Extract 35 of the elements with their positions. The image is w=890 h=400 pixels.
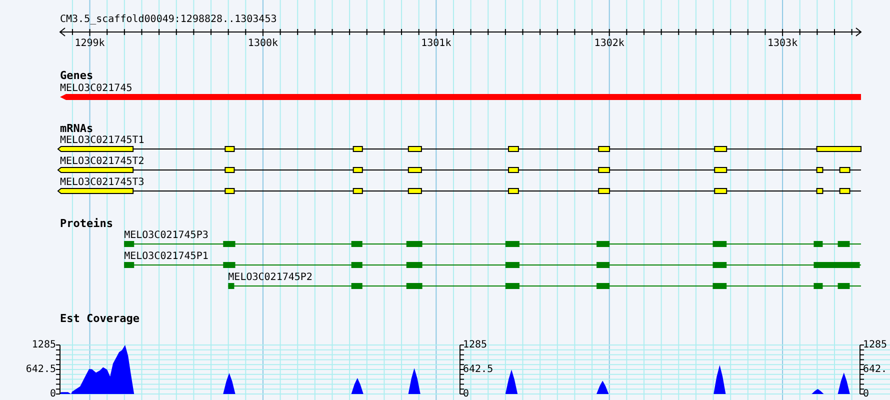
transcript-drawing[interactable] (57, 167, 862, 173)
axis-label: 0 (50, 388, 56, 400)
axis-label: 0 (863, 388, 870, 400)
ruler-tick-label: 1301k (421, 38, 452, 49)
ruler-tick-label: 1299k (74, 38, 105, 49)
ruler-tick-label: 1303k (768, 38, 798, 49)
axis-label: 1285 (463, 340, 488, 350)
protein-label: MELO3C021745P2 (228, 272, 312, 283)
y-axis (460, 344, 464, 394)
axis-label: 1285 (32, 340, 56, 350)
protein-drawing[interactable] (124, 241, 862, 247)
protein-drawing[interactable] (228, 283, 862, 289)
transcript-drawing[interactable] (57, 188, 862, 194)
track-title: mRNAs (60, 122, 94, 135)
ruler-tick-label: 1302k (594, 38, 624, 49)
transcript-label: MELO3C021745T1 (60, 135, 144, 146)
track-title: Genes (60, 69, 94, 82)
axis-label: 642. (863, 364, 888, 375)
region-title: CM3.5_scaffold00049:1298828..1303453 (60, 14, 277, 25)
transcript-label: MELO3C021745T2 (60, 156, 144, 167)
axis-label: 0 (463, 388, 470, 400)
y-axis (860, 344, 864, 394)
track-title: Proteins (60, 217, 113, 230)
transcript-drawing[interactable] (57, 146, 862, 152)
ruler-tick-label: 1300k (248, 38, 278, 49)
axis-label: 642.5 (463, 364, 494, 375)
protein-label: MELO3C021745P3 (124, 230, 208, 241)
axis-label: 642.5 (26, 364, 56, 375)
y-axis (56, 344, 60, 394)
axis-label: 1285 (863, 340, 888, 350)
gene-label: MELO3C021745 (60, 83, 132, 94)
protein-drawing[interactable] (124, 262, 862, 268)
transcript-label: MELO3C021745T3 (60, 177, 144, 188)
protein-label: MELO3C021745P1 (124, 251, 208, 262)
track-title: Est Coverage (60, 312, 140, 325)
